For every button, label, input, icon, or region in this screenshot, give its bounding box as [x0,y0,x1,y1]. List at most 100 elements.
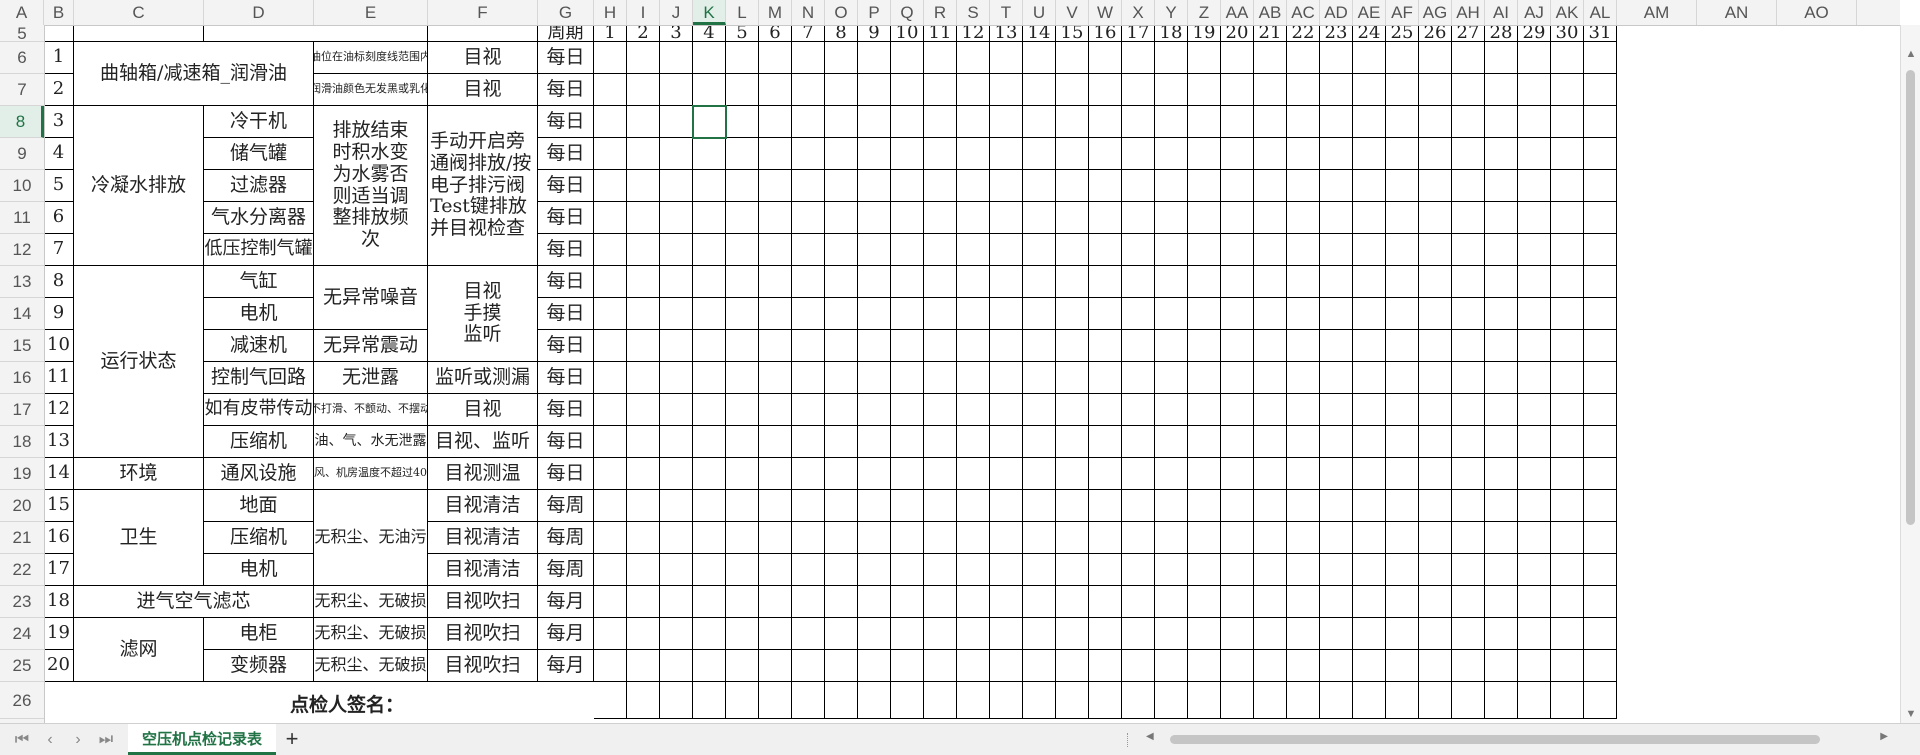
check-cell[interactable] [990,234,1023,266]
check-cell[interactable] [990,74,1023,106]
day-header-cell-18[interactable]: 18 [1155,25,1188,42]
part-cell[interactable]: 电机 [204,554,314,586]
check-cell[interactable] [1518,458,1551,490]
check-cell[interactable] [990,522,1023,554]
row-header-10[interactable]: 10 [0,170,44,202]
check-cell[interactable] [957,554,990,586]
check-cell[interactable] [792,74,825,106]
check-cell[interactable] [1089,394,1122,426]
check-cell[interactable] [1353,74,1386,106]
next-sheet-icon[interactable]: › [66,728,90,752]
check-cell[interactable] [660,298,693,330]
check-cell[interactable] [1452,586,1485,618]
check-cell[interactable] [1089,266,1122,298]
check-cell[interactable] [825,554,858,586]
check-cell[interactable] [1452,650,1485,682]
check-cell[interactable] [1551,426,1584,458]
check-cell[interactable] [1188,330,1221,362]
check-cell[interactable] [693,170,726,202]
check-cell[interactable] [1584,362,1617,394]
row-header-20[interactable]: 20 [0,490,44,522]
check-cell[interactable] [1353,234,1386,266]
check-cell[interactable] [1551,202,1584,234]
part-cell[interactable]: 如有皮带传动 [204,394,314,426]
check-cell[interactable] [1221,234,1254,266]
check-cell[interactable] [990,138,1023,170]
check-cell[interactable] [924,234,957,266]
check-cell[interactable] [1386,650,1419,682]
check-cell[interactable] [1584,138,1617,170]
item-number-cell[interactable]: 15 [44,490,74,522]
check-cell[interactable] [627,330,660,362]
sheet-tab-active[interactable]: 空压机点检记录表 [128,724,277,755]
check-cell[interactable] [1518,330,1551,362]
column-header-ao[interactable]: AO [1777,0,1857,25]
check-cell[interactable] [1353,298,1386,330]
check-cell[interactable] [1155,74,1188,106]
check-cell[interactable] [1518,170,1551,202]
check-cell[interactable] [1056,42,1089,74]
check-cell[interactable] [957,362,990,394]
check-cell[interactable] [1584,554,1617,586]
day-header-cell-3[interactable]: 3 [660,25,693,42]
check-cell[interactable] [1386,682,1419,719]
check-cell[interactable] [1452,42,1485,74]
check-cell[interactable] [1056,554,1089,586]
column-header-f[interactable]: F [428,0,538,25]
check-cell[interactable] [1584,202,1617,234]
day-header-cell-11[interactable]: 11 [924,25,957,42]
check-cell[interactable] [957,138,990,170]
check-cell[interactable] [891,554,924,586]
item-number-cell[interactable]: 14 [44,458,74,490]
check-cell[interactable] [924,394,957,426]
check-cell[interactable] [957,490,990,522]
check-cell[interactable] [1089,106,1122,138]
check-cell[interactable] [924,554,957,586]
part-cell[interactable]: 气水分离器 [204,202,314,234]
check-cell[interactable] [990,554,1023,586]
check-cell[interactable] [660,394,693,426]
check-cell[interactable] [1584,650,1617,682]
horizontal-scroll-thumb[interactable] [1170,735,1820,744]
standard-cell-vibration[interactable]: 无异常震动 [314,330,428,362]
check-cell[interactable] [1452,74,1485,106]
check-cell[interactable] [594,618,627,650]
check-cell[interactable] [957,298,990,330]
check-cell[interactable] [1287,330,1320,362]
standard-cell-hygiene[interactable]: 无积尘、无油污 [314,490,428,586]
check-cell[interactable] [693,554,726,586]
check-cell[interactable] [1485,394,1518,426]
scroll-left-icon[interactable]: ◀ [1146,731,1154,742]
check-cell[interactable] [1584,522,1617,554]
check-cell[interactable] [1287,394,1320,426]
sheet-grid[interactable]: 目视吹扫 目视吹扫 目视吹扫 目视清洁 目视清洁 目视清洁 目视测温 目视、监听 目视 监听或测漏… [0,0,1900,723]
check-cell[interactable] [792,106,825,138]
check-cell[interactable] [990,42,1023,74]
row-header-23[interactable]: 23 [0,586,44,618]
check-cell[interactable] [759,202,792,234]
column-header-ag[interactable]: AG [1419,0,1452,25]
check-cell[interactable] [825,650,858,682]
check-cell[interactable] [1221,170,1254,202]
check-cell[interactable] [660,522,693,554]
column-header-e[interactable]: E [314,0,428,25]
check-cell[interactable] [891,394,924,426]
check-cell[interactable] [693,362,726,394]
check-cell[interactable] [1320,618,1353,650]
check-cell[interactable] [990,170,1023,202]
column-header-q[interactable]: Q [891,0,924,25]
check-cell[interactable] [891,106,924,138]
check-cell[interactable] [1188,42,1221,74]
check-cell[interactable] [594,458,627,490]
check-cell[interactable] [957,458,990,490]
check-cell[interactable] [1056,650,1089,682]
check-cell[interactable] [858,266,891,298]
check-cell[interactable] [1518,618,1551,650]
check-cell[interactable] [1485,362,1518,394]
scroll-up-icon[interactable]: ▲ [1901,45,1920,63]
check-cell[interactable] [1056,106,1089,138]
check-cell[interactable] [1155,330,1188,362]
check-cell[interactable] [891,586,924,618]
check-cell[interactable] [825,42,858,74]
check-cell[interactable] [1221,394,1254,426]
